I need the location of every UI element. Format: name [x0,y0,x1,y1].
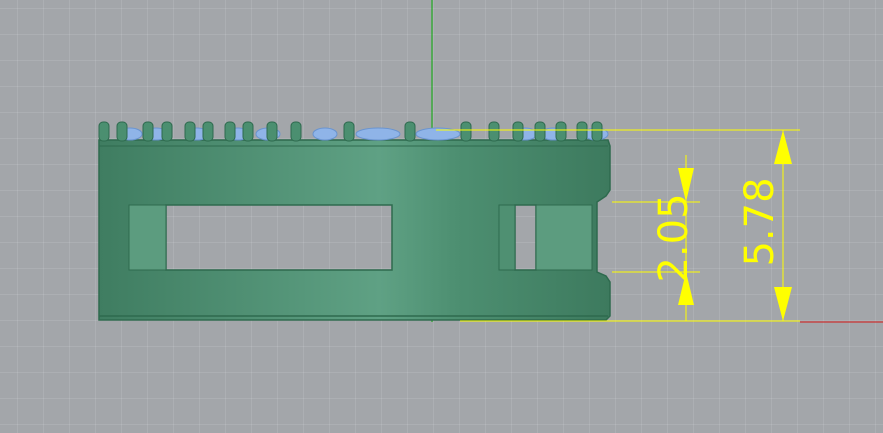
prong-icon [555,121,567,142]
prong-icon [290,121,302,142]
prong-icon [161,121,173,142]
prong-icon [460,121,472,142]
arrow-total-top [774,130,792,164]
window-left-face [128,204,167,271]
model-scene[interactable]: 2.05 5.78 [0,0,883,433]
prong-icon [512,121,524,142]
prong-icon [576,121,588,142]
slot-post [498,204,516,271]
prong-icon [404,121,416,142]
band-body[interactable] [98,139,611,321]
arrow-total-bottom [774,287,792,321]
prong-icon [116,121,128,142]
stone-icon [312,127,338,141]
prong-icon [488,121,500,142]
stone-icon [355,127,401,141]
prong-icon [591,121,603,142]
dimension-label-total[interactable]: 5.78 [737,177,783,266]
dimension-label-gap[interactable]: 2.05 [651,193,697,282]
prong-icon [98,121,110,142]
prong-icon [224,121,236,142]
prong-icon [202,121,214,142]
prong-icon [534,121,546,142]
prong-icon [343,121,355,142]
viewport-front[interactable]: 2.05 5.78 [0,0,883,433]
slot-right-face [535,204,593,271]
stone-settings-row[interactable] [98,121,609,142]
prong-icon [184,121,196,142]
prong-icon [142,121,154,142]
prong-icon [242,121,254,142]
prong-icon [266,121,278,142]
